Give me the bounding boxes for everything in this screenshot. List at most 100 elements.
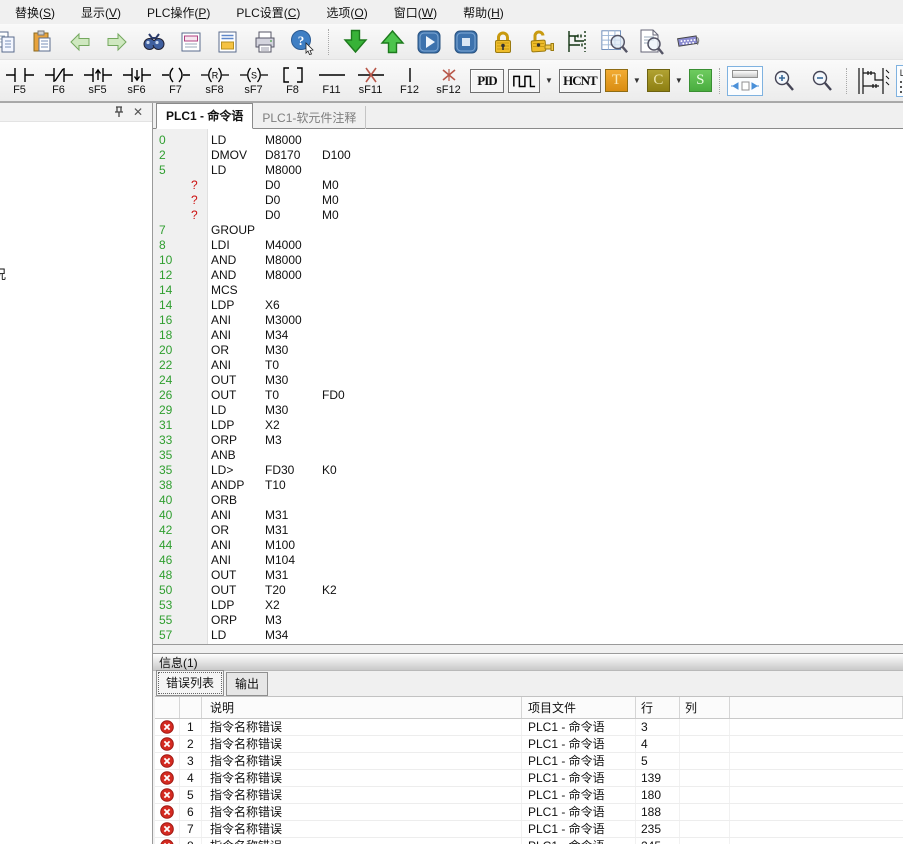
menu-item[interactable]: 选项(O) [313, 1, 380, 24]
project-tree[interactable]: 况 [0, 122, 152, 844]
error-row[interactable]: 7 指令名称错误 PLC1 - 命令语 235 [155, 821, 903, 838]
find-icon[interactable] [140, 28, 168, 56]
instruction-row[interactable]: 46 ANI M104 [153, 553, 903, 568]
hcnt-button[interactable]: HCNT [559, 69, 601, 93]
ladder-view-button[interactable] [854, 67, 892, 95]
state-button[interactable]: S [689, 69, 712, 92]
instruction-row[interactable]: 20 OR M30 [153, 343, 903, 358]
timer-button[interactable]: T [605, 69, 628, 92]
error-row[interactable]: 8 指令名称错误 PLC1 - 命令语 245 [155, 838, 903, 844]
instruction-row[interactable]: 10 AND M8000 [153, 253, 903, 268]
run-plc-icon[interactable] [415, 28, 443, 56]
timer-dropdown-icon[interactable]: ▼ [633, 76, 641, 85]
instruction-row[interactable]: 31 LDP X2 [153, 418, 903, 433]
error-row[interactable]: 3 指令名称错误 PLC1 - 命令语 5 [155, 753, 903, 770]
header-project-file[interactable]: 项目文件 [522, 697, 636, 718]
menu-item[interactable]: 窗口(W) [381, 1, 450, 24]
instruction-row[interactable]: 35 ANB [153, 448, 903, 463]
horizontal-line-button[interactable]: F11 [314, 65, 349, 96]
menu-item[interactable]: 显示(V) [68, 1, 134, 24]
horizontal-splitter[interactable] [153, 645, 903, 653]
header-description[interactable]: 说明 [202, 697, 522, 718]
help-icon[interactable]: ? [288, 28, 316, 56]
instruction-row[interactable]: 35 LD> FD30 K0 [153, 463, 903, 478]
stop-plc-icon[interactable] [452, 28, 480, 56]
contact-open-button[interactable]: F5 [2, 65, 37, 96]
instruction-row[interactable]: 18 ANI M34 [153, 328, 903, 343]
zoom-in-icon[interactable] [767, 67, 801, 95]
instruction-row[interactable]: 48 OUT M31 [153, 568, 903, 583]
header-column[interactable]: 列 [680, 697, 730, 718]
instruction-row[interactable]: 2 DMOV D8170 D100 [153, 148, 903, 163]
pulse-output-button[interactable] [508, 69, 540, 93]
coil-button[interactable]: F7 [158, 65, 193, 96]
contact-closed-button[interactable]: F6 [41, 65, 76, 96]
instruction-row[interactable]: 14 LDP X6 [153, 298, 903, 313]
coil-set-button[interactable]: S sF7 [236, 65, 271, 96]
instruction-row[interactable]: 16 ANI M3000 [153, 313, 903, 328]
tab-device-comments[interactable]: PLC1-软元件注释 [253, 106, 366, 129]
delete-vertical-line-button[interactable]: sF12 [431, 65, 466, 96]
document-find-icon[interactable] [637, 28, 665, 56]
paste-icon[interactable] [29, 28, 57, 56]
instruction-row[interactable]: 5 LD M8000 [153, 163, 903, 178]
instruction-row[interactable]: 40 ANI M31 [153, 508, 903, 523]
instruction-row[interactable]: 8 LDI M4000 [153, 238, 903, 253]
menu-item[interactable]: 替换(S) [2, 1, 68, 24]
upload-from-plc-icon[interactable] [378, 28, 406, 56]
vertical-line-button[interactable]: F12 [392, 65, 427, 96]
function-block-button[interactable]: F8 [275, 65, 310, 96]
instruction-row[interactable]: 26 OUT T0 FD0 [153, 388, 903, 403]
instruction-row[interactable]: 57 LD M34 [153, 628, 903, 643]
table-monitor-icon[interactable] [600, 28, 628, 56]
error-row[interactable]: 5 指令名称错误 PLC1 - 命令语 180 [155, 787, 903, 804]
tab-error-list[interactable]: 错误列表 [156, 670, 224, 696]
error-row[interactable]: 4 指令名称错误 PLC1 - 命令语 139 [155, 770, 903, 787]
find-dialog-icon[interactable] [177, 28, 205, 56]
counter-button[interactable]: C [647, 69, 670, 92]
instruction-view-button[interactable]: Ld m0 [896, 65, 903, 97]
instruction-row[interactable]: ? D0 M0 [153, 208, 903, 223]
instruction-row[interactable]: 42 OR M31 [153, 523, 903, 538]
instruction-row[interactable]: 40 ORB [153, 493, 903, 508]
instruction-row[interactable]: 0 LD M8000 [153, 133, 903, 148]
instruction-row[interactable]: 50 OUT T20 K2 [153, 583, 903, 598]
counter-dropdown-icon[interactable]: ▼ [675, 76, 683, 85]
pin-icon[interactable] [114, 106, 124, 118]
instruction-row[interactable]: 7 GROUP [153, 223, 903, 238]
error-row[interactable]: 6 指令名称错误 PLC1 - 命令语 188 [155, 804, 903, 821]
menu-item[interactable]: PLC设置(C) [223, 1, 313, 24]
copy-icon[interactable] [0, 28, 20, 56]
header-line[interactable]: 行 [636, 697, 680, 718]
contact-falling-button[interactable]: sF6 [119, 65, 154, 96]
error-row[interactable]: 1 指令名称错误 PLC1 - 命令语 3 [155, 719, 903, 736]
menu-item[interactable]: 帮助(H) [450, 1, 517, 24]
instruction-row[interactable]: ? D0 M0 [153, 178, 903, 193]
tab-output[interactable]: 输出 [226, 672, 268, 696]
instruction-row[interactable]: 44 ANI M100 [153, 538, 903, 553]
instruction-row[interactable]: 22 ANI T0 [153, 358, 903, 373]
instruction-row[interactable]: 33 ORP M3 [153, 433, 903, 448]
ladder-monitor-icon[interactable] [563, 28, 591, 56]
instruction-row[interactable]: 38 ANDP T10 [153, 478, 903, 493]
instruction-row[interactable]: 24 OUT M30 [153, 373, 903, 388]
output-window-icon[interactable] [214, 28, 242, 56]
contact-rising-button[interactable]: sF5 [80, 65, 115, 96]
instruction-row[interactable]: 55 ORP M3 [153, 613, 903, 628]
instruction-list-editor[interactable]: 0 LD M8000 2 DMOV D8170 D100 [153, 129, 903, 645]
coil-reset-button[interactable]: R sF8 [197, 65, 232, 96]
instruction-row[interactable]: 12 AND M8000 [153, 268, 903, 283]
menu-item[interactable]: PLC操作(P) [134, 1, 223, 24]
download-to-plc-icon[interactable] [341, 28, 369, 56]
zoom-out-icon[interactable] [805, 67, 839, 95]
instruction-row[interactable]: 14 MCS [153, 283, 903, 298]
delete-horizontal-line-button[interactable]: sF11 [353, 65, 388, 96]
lock-icon[interactable] [489, 28, 517, 56]
close-panel-icon[interactable]: ✕ [133, 106, 143, 118]
back-icon[interactable] [66, 28, 94, 56]
instruction-row[interactable]: 29 LD M30 [153, 403, 903, 418]
unlock-icon[interactable] [526, 28, 554, 56]
pulse-dropdown-icon[interactable]: ▼ [545, 76, 553, 85]
adjust-width-button[interactable] [727, 66, 763, 96]
serial-port-icon[interactable] [674, 28, 702, 56]
